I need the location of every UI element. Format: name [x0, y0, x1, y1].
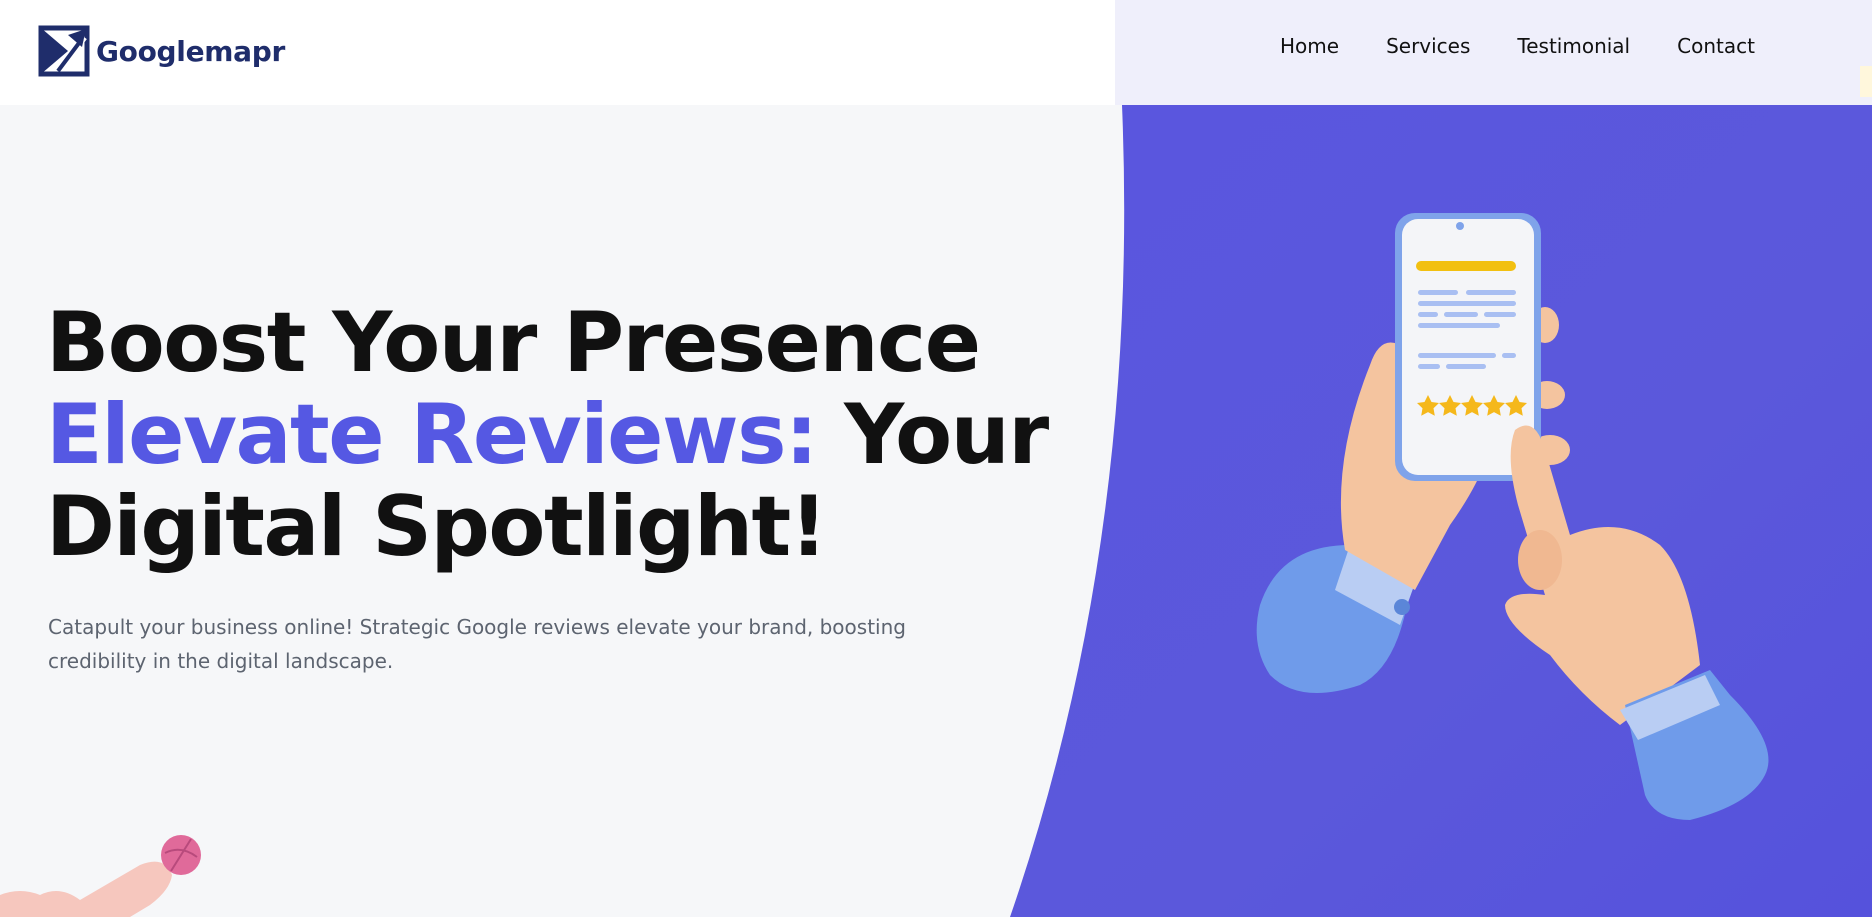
headline-line-3: Digital Spotlight!	[46, 478, 828, 575]
headline-line-2: Elevate Reviews: Your	[46, 386, 1049, 483]
main-nav: Home Services Testimonial Contact	[1280, 34, 1755, 58]
finger-ball-decoration	[0, 835, 201, 917]
nav-testimonial[interactable]: Testimonial	[1517, 34, 1630, 58]
nav-contact[interactable]: Contact	[1677, 34, 1755, 58]
arrow-logo-icon	[38, 25, 90, 77]
brand-name: Googlemapr	[96, 34, 286, 68]
nav-services[interactable]: Services	[1386, 34, 1470, 58]
right-hand-icon	[1505, 425, 1700, 725]
edge-tab	[1860, 66, 1872, 97]
nav-home[interactable]: Home	[1280, 34, 1339, 58]
headline-accent: Elevate Reviews:	[46, 386, 818, 483]
headline-line-2-rest: Your	[816, 386, 1049, 483]
hands-phone-review-illustration	[1256, 213, 1769, 820]
landing-page: Googlemapr Home Services Testimonial Con…	[0, 0, 1872, 917]
headline-line-1: Boost Your Presence	[46, 294, 981, 391]
site-header: Googlemapr Home Services Testimonial Con…	[0, 0, 1872, 105]
hero-headline: Boost Your Presence Elevate Reviews: You…	[46, 294, 1049, 575]
brand-logo[interactable]: Googlemapr	[38, 24, 285, 78]
hero-subtext: Catapult your business online! Strategic…	[48, 615, 906, 673]
